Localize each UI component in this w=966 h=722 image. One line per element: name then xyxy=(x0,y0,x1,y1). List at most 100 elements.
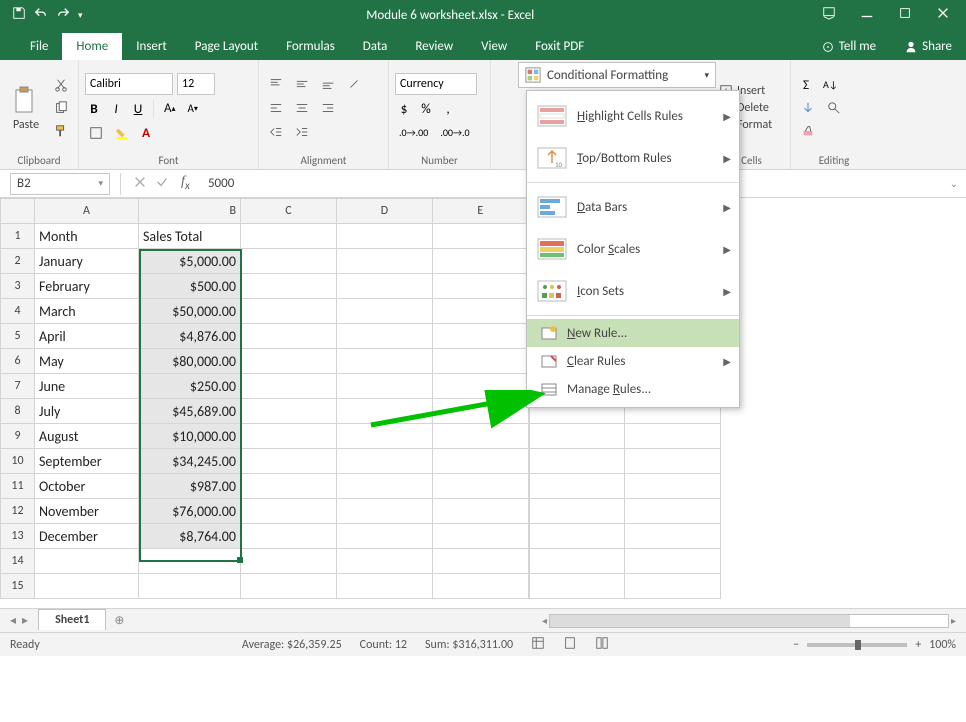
format-painter-button[interactable] xyxy=(50,121,72,141)
tab-scroll-left-icon[interactable]: ◂ xyxy=(10,613,16,628)
fill-button[interactable] xyxy=(797,98,819,118)
menu-top-bottom-rules[interactable]: 10 Top/Bottom Rules▶ xyxy=(527,137,739,179)
cell-B10[interactable]: $34,245.00 xyxy=(139,449,241,474)
font-name-input[interactable] xyxy=(85,73,173,95)
decrease-indent-button[interactable] xyxy=(265,122,287,142)
row-header-3[interactable]: 3 xyxy=(1,274,35,299)
cell-A7[interactable]: June xyxy=(35,374,139,399)
tab-page-layout[interactable]: Page Layout xyxy=(181,33,272,60)
cell-D2[interactable] xyxy=(337,249,433,274)
row-header-5[interactable]: 5 xyxy=(1,324,35,349)
tab-review[interactable]: Review xyxy=(401,33,467,60)
cell-C15[interactable] xyxy=(241,574,337,599)
cell-E13[interactable] xyxy=(433,524,529,549)
cell-I9[interactable] xyxy=(625,424,721,449)
cell-A8[interactable]: July xyxy=(35,399,139,424)
cell-B2[interactable]: $5,000.00 xyxy=(139,249,241,274)
sort-filter-button[interactable]: A↓ xyxy=(819,75,842,95)
increase-indent-button[interactable] xyxy=(291,122,313,142)
cell-I13[interactable] xyxy=(625,524,721,549)
cell-A4[interactable]: March xyxy=(35,299,139,324)
cell-C11[interactable] xyxy=(241,474,337,499)
tab-file[interactable]: File xyxy=(16,33,62,60)
redo-icon[interactable] xyxy=(56,6,70,24)
cell-C9[interactable] xyxy=(241,424,337,449)
cell-D13[interactable] xyxy=(337,524,433,549)
cell-B6[interactable]: $80,000.00 xyxy=(139,349,241,374)
cell-E11[interactable] xyxy=(433,474,529,499)
row-header-15[interactable]: 15 xyxy=(1,574,35,599)
new-sheet-button[interactable]: ⊕ xyxy=(106,611,132,631)
view-page-layout-icon[interactable] xyxy=(563,636,577,654)
cell-D11[interactable] xyxy=(337,474,433,499)
name-box[interactable]: B2▾ xyxy=(10,173,110,195)
cell-E4[interactable] xyxy=(433,299,529,324)
cell-B4[interactable]: $50,000.00 xyxy=(139,299,241,324)
cell-E12[interactable] xyxy=(433,499,529,524)
horizontal-scrollbar[interactable]: ◂ ▸ xyxy=(132,614,966,628)
cell-B9[interactable]: $10,000.00 xyxy=(139,424,241,449)
cell-E15[interactable] xyxy=(433,574,529,599)
conditional-formatting-button[interactable]: Conditional Formatting ▾ xyxy=(518,62,716,88)
align-left-button[interactable] xyxy=(265,98,287,118)
cell-A6[interactable]: May xyxy=(35,349,139,374)
enter-formula-icon[interactable] xyxy=(155,175,169,193)
cell-B1[interactable]: Sales Total xyxy=(139,224,241,249)
ribbon-options-icon[interactable] xyxy=(822,6,836,24)
cell-C8[interactable] xyxy=(241,399,337,424)
clear-button[interactable] xyxy=(797,121,819,141)
cell-E3[interactable] xyxy=(433,274,529,299)
cell-D1[interactable] xyxy=(337,224,433,249)
tab-insert[interactable]: Insert xyxy=(122,33,181,60)
tab-formulas[interactable]: Formulas xyxy=(272,33,349,60)
increase-decimal-button[interactable]: .0→.00 xyxy=(395,123,432,143)
borders-button[interactable] xyxy=(85,123,107,143)
cell-C2[interactable] xyxy=(241,249,337,274)
cancel-formula-icon[interactable] xyxy=(133,175,147,193)
cell-A11[interactable]: October xyxy=(35,474,139,499)
bold-button[interactable]: B xyxy=(85,99,103,119)
cell-A14[interactable] xyxy=(35,549,139,574)
cell-A3[interactable]: February xyxy=(35,274,139,299)
cell-B7[interactable]: $250.00 xyxy=(139,374,241,399)
cell-D3[interactable] xyxy=(337,274,433,299)
tab-data[interactable]: Data xyxy=(349,33,402,60)
row-header-2[interactable]: 2 xyxy=(1,249,35,274)
zoom-out-button[interactable]: − xyxy=(793,638,799,652)
zoom-in-button[interactable]: + xyxy=(915,638,921,652)
cell-C14[interactable] xyxy=(241,549,337,574)
row-header-14[interactable]: 14 xyxy=(1,549,35,574)
view-page-break-icon[interactable] xyxy=(595,636,609,654)
cell-E2[interactable] xyxy=(433,249,529,274)
col-header-B[interactable]: B xyxy=(139,199,241,224)
cell-C6[interactable] xyxy=(241,349,337,374)
undo-icon[interactable] xyxy=(34,6,48,24)
accounting-button[interactable]: $ xyxy=(395,99,413,119)
col-header-D[interactable]: D xyxy=(337,199,433,224)
cell-E1[interactable] xyxy=(433,224,529,249)
cell-B5[interactable]: $4,876.00 xyxy=(139,324,241,349)
row-header-10[interactable]: 10 xyxy=(1,449,35,474)
cell-D15[interactable] xyxy=(337,574,433,599)
font-color-button[interactable]: A xyxy=(137,123,155,143)
maximize-icon[interactable] xyxy=(898,6,912,24)
menu-new-rule[interactable]: New Rule... xyxy=(527,319,739,347)
zoom-slider[interactable] xyxy=(807,643,907,647)
cell-A10[interactable]: September xyxy=(35,449,139,474)
cell-C7[interactable] xyxy=(241,374,337,399)
cell-D12[interactable] xyxy=(337,499,433,524)
increase-font-button[interactable]: A▴ xyxy=(160,99,180,119)
autosum-button[interactable]: Σ xyxy=(797,75,815,95)
select-all-cell[interactable] xyxy=(1,199,35,224)
menu-clear-rules[interactable]: Clear Rules▶ xyxy=(527,347,739,375)
row-header-6[interactable]: 6 xyxy=(1,349,35,374)
cell-I14[interactable] xyxy=(625,549,721,574)
align-right-button[interactable] xyxy=(317,98,339,118)
cell-B13[interactable]: $8,764.00 xyxy=(139,524,241,549)
find-select-button[interactable] xyxy=(823,98,845,118)
cell-D5[interactable] xyxy=(337,324,433,349)
qat-customize-icon[interactable]: ▾ xyxy=(78,10,83,21)
sheet-tab-sheet1[interactable]: Sheet1 xyxy=(38,609,106,630)
fx-icon[interactable]: fx xyxy=(181,174,200,193)
cell-C3[interactable] xyxy=(241,274,337,299)
